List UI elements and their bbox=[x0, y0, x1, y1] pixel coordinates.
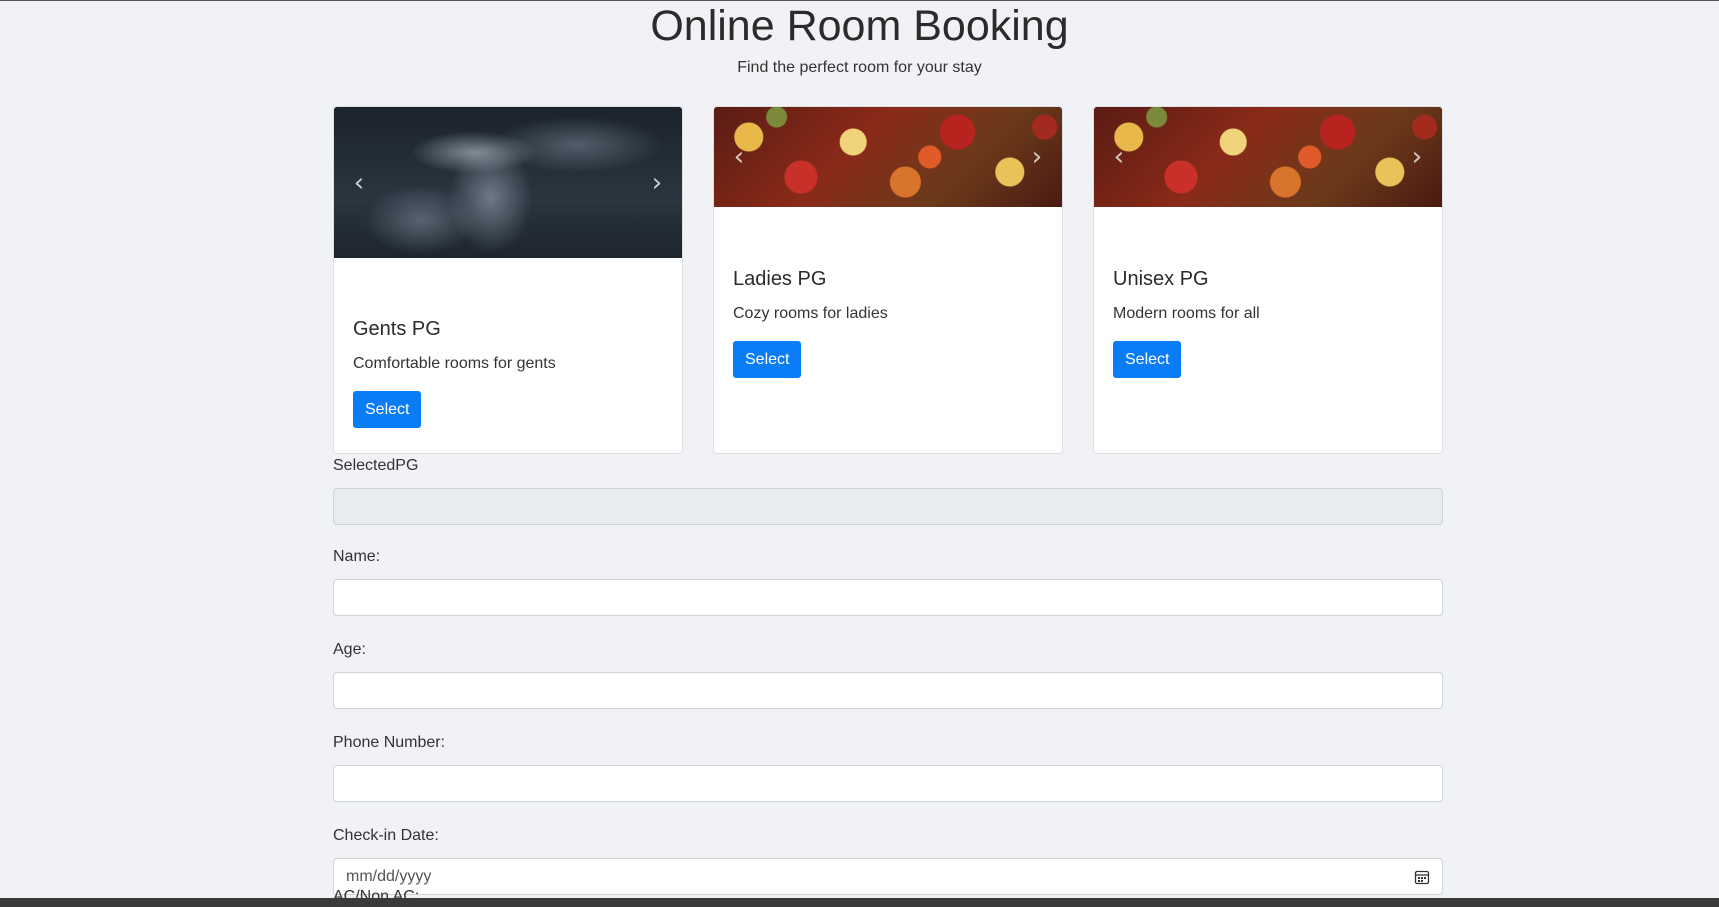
age-field[interactable] bbox=[333, 672, 1443, 709]
card-text: Cozy rooms for ladies bbox=[733, 305, 888, 322]
card-text: Modern rooms for all bbox=[1113, 305, 1260, 322]
age-label: Age: bbox=[333, 641, 366, 658]
carousel-ladies: ‹ › bbox=[714, 107, 1062, 207]
card-text: Comfortable rooms for gents bbox=[353, 355, 556, 372]
checkin-date-field[interactable]: mm/dd/yyyy bbox=[333, 858, 1443, 895]
card-unisex-pg: ‹ › Unisex PG Modern rooms for all Selec… bbox=[1093, 106, 1443, 454]
card-ladies-pg: ‹ › Ladies PG Cozy rooms for ladies Sele… bbox=[713, 106, 1063, 454]
selected-pg-label: SelectedPG bbox=[333, 457, 419, 474]
booking-form: SelectedPG Name: Age: Phone Number: Chec… bbox=[333, 456, 1443, 895]
chevron-right-icon[interactable]: › bbox=[1026, 144, 1048, 170]
chevron-right-icon[interactable]: › bbox=[646, 170, 668, 196]
card-title: Ladies PG bbox=[733, 268, 827, 290]
carousel-image bbox=[1094, 107, 1442, 207]
card-title: Unisex PG bbox=[1113, 268, 1209, 290]
select-unisex-button[interactable]: Select bbox=[1113, 341, 1182, 378]
page-title: Online Room Booking bbox=[650, 2, 1069, 50]
bottom-bar bbox=[0, 898, 1719, 907]
card-gents-pg: ‹ › Gents PG Comfortable rooms for gents… bbox=[333, 106, 683, 454]
selected-pg-field bbox=[333, 488, 1443, 525]
chevron-right-icon[interactable]: › bbox=[1406, 144, 1428, 170]
chevron-left-icon[interactable]: ‹ bbox=[348, 170, 370, 196]
name-field[interactable] bbox=[333, 579, 1443, 616]
select-ladies-button[interactable]: Select bbox=[733, 341, 802, 378]
carousel-unisex: ‹ › bbox=[1094, 107, 1442, 207]
chevron-left-icon[interactable]: ‹ bbox=[1108, 144, 1130, 170]
checkin-label: Check-in Date: bbox=[333, 827, 439, 844]
page-subtitle: Find the perfect room for your stay bbox=[737, 59, 982, 76]
select-gents-button[interactable]: Select bbox=[353, 391, 422, 428]
calendar-icon[interactable] bbox=[1414, 869, 1430, 885]
card-title: Gents PG bbox=[353, 318, 441, 340]
carousel-image bbox=[334, 107, 682, 258]
carousel-gents: ‹ › bbox=[334, 107, 682, 258]
chevron-left-icon[interactable]: ‹ bbox=[728, 144, 750, 170]
carousel-image bbox=[714, 107, 1062, 207]
name-label: Name: bbox=[333, 548, 381, 565]
checkin-placeholder: mm/dd/yyyy bbox=[346, 867, 432, 885]
phone-label: Phone Number: bbox=[333, 734, 446, 751]
phone-field[interactable] bbox=[333, 765, 1443, 802]
